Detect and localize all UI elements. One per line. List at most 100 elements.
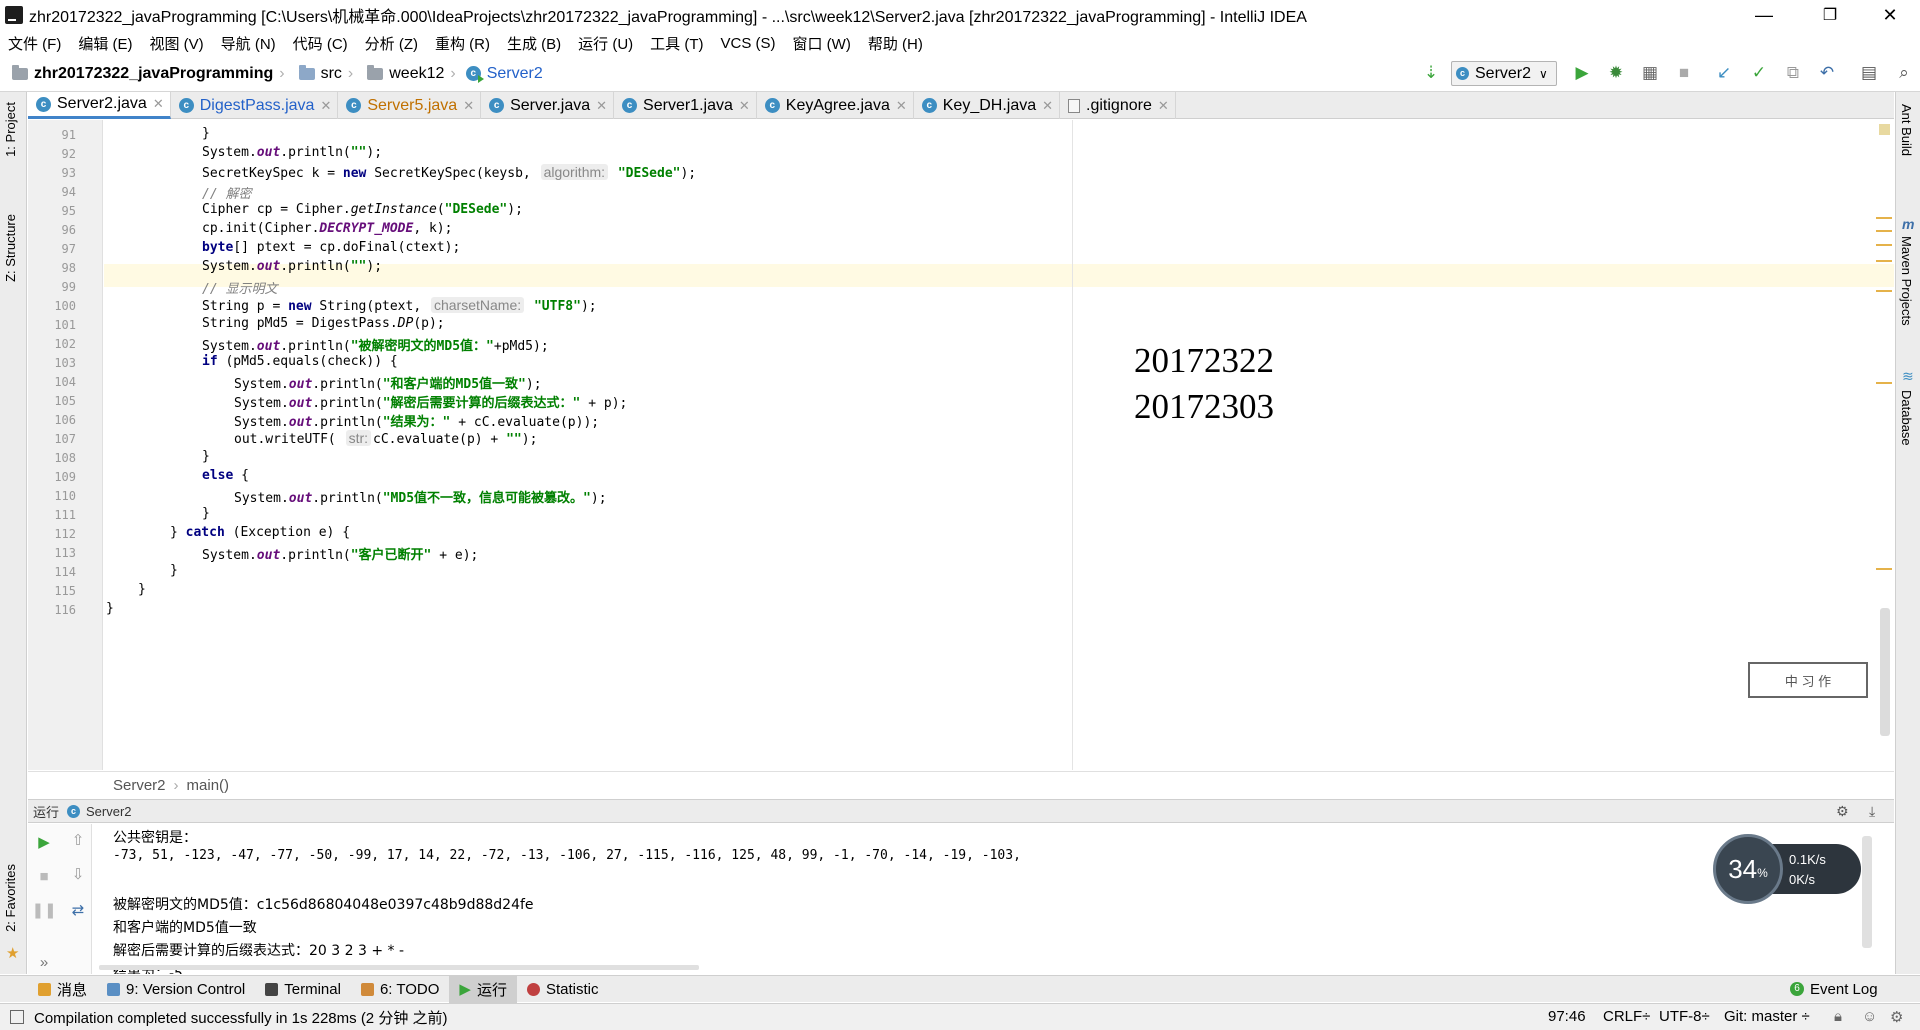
menu-help[interactable]: 帮助 (H) — [868, 33, 923, 54]
tab-keyagree[interactable]: c KeyAgree.java ✕ — [757, 92, 914, 119]
warning-marker[interactable] — [1876, 217, 1892, 219]
memory-indicator-icon[interactable]: ⚙ — [1890, 1008, 1903, 1026]
vcs-update-icon[interactable]: ↙ — [1713, 62, 1735, 84]
close-icon[interactable]: ✕ — [1158, 98, 1169, 114]
menu-run[interactable]: 运行 (U) — [578, 33, 633, 54]
student-ids-overlay: 20172322 20172303 — [1134, 338, 1274, 430]
vcs-commit-icon[interactable]: ✓ — [1748, 62, 1770, 84]
hector-icon[interactable]: ☺ — [1862, 1008, 1877, 1025]
tab-gitignore[interactable]: .gitignore ✕ — [1060, 92, 1176, 119]
warning-marker[interactable] — [1876, 260, 1892, 262]
soft-wrap-icon[interactable]: ⇄ — [68, 900, 88, 920]
close-icon[interactable]: ✕ — [596, 98, 607, 114]
expand-icon[interactable]: » — [34, 952, 54, 972]
menu-analyze[interactable]: 分析 (Z) — [365, 33, 418, 54]
run-panel-config[interactable]: Server2 — [86, 804, 132, 819]
file-encoding[interactable]: UTF-8÷ — [1659, 1008, 1710, 1025]
tab-server[interactable]: c Server.java ✕ — [481, 92, 615, 119]
tool-windows-toggle-icon[interactable] — [10, 1010, 24, 1024]
scroll-up-icon[interactable]: ⇧ — [68, 830, 88, 850]
code-area[interactable]: } System.out.println(""); SecretKeySpec … — [104, 120, 1894, 770]
gear-icon[interactable]: ⚙ — [1836, 803, 1849, 820]
structure-tool-tab[interactable]: Z: Structure — [3, 214, 18, 282]
close-icon[interactable]: ✕ — [153, 96, 164, 112]
stop-icon[interactable]: ■ — [1673, 62, 1695, 84]
breadcrumb-file[interactable]: Server2 — [487, 65, 543, 83]
menu-build[interactable]: 生成 (B) — [507, 33, 561, 54]
warning-marker[interactable] — [1876, 244, 1892, 246]
pause-icon[interactable]: ❚❚ — [31, 900, 56, 920]
menu-vcs[interactable]: VCS (S) — [721, 35, 776, 52]
tool-statistic[interactable]: Statistic — [517, 976, 609, 1003]
breadcrumb-method[interactable]: main() — [187, 777, 230, 794]
line-separator[interactable]: CRLF÷ — [1603, 1008, 1650, 1025]
warning-marker[interactable] — [1876, 568, 1892, 570]
tab-key-dh[interactable]: c Key_DH.java ✕ — [914, 92, 1061, 119]
menu-window[interactable]: 窗口 (W) — [793, 33, 851, 54]
breadcrumb-project[interactable]: zhr20172322_javaProgramming — [34, 65, 273, 83]
tool-version-control[interactable]: 9: Version Control — [97, 976, 255, 1003]
tab-server2[interactable]: c Server2.java ✕ — [28, 92, 171, 119]
console-scrollbar[interactable] — [99, 965, 699, 970]
tab-label: Key_DH.java — [942, 96, 1037, 114]
close-icon[interactable]: ✕ — [739, 98, 750, 114]
close-icon[interactable]: ✕ — [1042, 98, 1053, 114]
breadcrumb-package[interactable]: week12 — [389, 65, 444, 83]
favorites-tool-tab[interactable]: 2: Favorites — [3, 864, 18, 932]
menu-navigate[interactable]: 导航 (N) — [221, 33, 276, 54]
ant-build-tool-tab[interactable]: Ant Build — [1899, 104, 1914, 156]
hide-panel-icon[interactable]: ⤓ — [1869, 803, 1875, 820]
warning-marker[interactable] — [1876, 382, 1892, 384]
console-output[interactable]: 公共密钥是： -73, 51, -123, -47, -77, -50, -99… — [93, 824, 1883, 974]
menu-file[interactable]: 文件 (F) — [8, 33, 61, 54]
close-icon[interactable]: ✕ — [896, 98, 907, 114]
build-icon[interactable]: ⇣ — [1420, 62, 1442, 84]
tool-messages[interactable]: 消息 — [28, 976, 97, 1003]
console-vertical-scrollbar[interactable] — [1862, 836, 1872, 948]
breadcrumb-src[interactable]: src — [321, 65, 342, 83]
menu-tools[interactable]: 工具 (T) — [650, 33, 703, 54]
rerun-icon[interactable]: ▶ — [34, 832, 54, 852]
tool-run[interactable]: ▶ 运行 — [449, 975, 517, 1003]
run-configuration-select[interactable]: c Server2 ∨ — [1451, 61, 1557, 86]
coverage-icon[interactable]: ▦ — [1639, 62, 1661, 84]
close-icon[interactable]: ✕ — [463, 98, 474, 114]
menu-edit[interactable]: 编辑 (E) — [78, 33, 132, 54]
editor-scrollbar[interactable] — [1880, 608, 1890, 736]
tab-server5[interactable]: c Server5.java ✕ — [338, 92, 482, 119]
search-icon[interactable]: ⌕ — [1893, 62, 1915, 84]
tool-todo[interactable]: 6: TODO — [351, 976, 449, 1003]
close-icon[interactable]: ✕ — [320, 98, 331, 114]
warning-marker[interactable] — [1876, 230, 1892, 232]
git-branch[interactable]: Git: master ÷ — [1724, 1008, 1810, 1025]
lock-icon[interactable]: 🔒︎ — [1834, 1008, 1842, 1025]
restore-button[interactable]: ❐ — [1800, 0, 1860, 30]
scroll-down-icon[interactable]: ⇩ — [68, 864, 88, 884]
tab-digestpass[interactable]: c DigestPass.java ✕ — [171, 92, 339, 119]
menu-code[interactable]: 代码 (C) — [293, 33, 348, 54]
debug-icon[interactable]: ✹ — [1605, 62, 1627, 84]
menu-refactor[interactable]: 重构 (R) — [435, 33, 490, 54]
warning-marker[interactable] — [1876, 290, 1892, 292]
project-structure-icon[interactable]: ▤ — [1858, 62, 1880, 84]
close-button[interactable]: ✕ — [1860, 0, 1920, 30]
tool-terminal[interactable]: Terminal — [255, 976, 351, 1003]
tab-server1[interactable]: c Server1.java ✕ — [614, 92, 757, 119]
maven-projects-tool-tab[interactable]: Maven Projects — [1899, 236, 1914, 326]
minimize-button[interactable]: — — [1734, 0, 1794, 30]
statistic-icon — [526, 982, 540, 996]
vcs-compare-icon[interactable]: ⧉ — [1782, 62, 1804, 84]
caret-position[interactable]: 97:46 — [1548, 1008, 1586, 1025]
usage-percent-ring[interactable]: 34% — [1713, 834, 1783, 904]
code-line: } — [138, 582, 146, 597]
stop-icon[interactable]: ■ — [34, 866, 54, 886]
breadcrumb-class[interactable]: Server2 — [113, 777, 166, 794]
database-tool-tab[interactable]: Database — [1899, 390, 1914, 446]
menu-view[interactable]: 视图 (V) — [150, 33, 204, 54]
run-icon[interactable]: ▶ — [1571, 62, 1593, 84]
project-tool-tab[interactable]: 1: Project — [3, 102, 18, 157]
console-line: 被解密明文的MD5值：c1c56d86804048e0397c48b9d88d2… — [113, 897, 534, 913]
revert-icon[interactable]: ↶ — [1816, 62, 1838, 84]
tool-event-log[interactable]: 6 Event Log — [1780, 976, 1888, 1003]
code-editor[interactable]: 91 92 93 94 95 96 97 98 99 100 101 102 103 104 105 106 1… — [28, 120, 1894, 770]
